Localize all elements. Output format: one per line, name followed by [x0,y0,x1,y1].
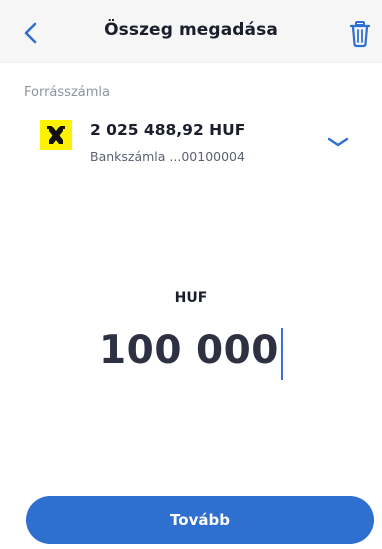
account-name: Bankszámla ...00100004 [90,149,245,164]
currency-label: HUF [174,290,208,306]
trash-icon [349,21,371,48]
source-account-label: Forrásszámla [24,85,110,100]
page-title: Összeg megadása [104,20,278,40]
delete-button[interactable] [348,20,372,48]
amount-entry-screen: Összeg megadása Forrásszámla 2 025 488,9… [0,0,382,549]
source-account-selector[interactable]: 2 025 488,92 HUF Bankszámla ...00100004 [0,110,382,174]
header-bar: Összeg megadása [0,0,382,63]
amount-input[interactable]: 100 000 [0,328,382,380]
chevron-down-icon[interactable] [326,134,350,150]
bank-logo-icon [40,120,72,150]
text-cursor [280,328,283,380]
account-balance: 2 025 488,92 HUF [90,121,246,139]
next-button[interactable]: Tovább [26,496,374,544]
amount-value[interactable]: 100 000 [99,328,279,373]
